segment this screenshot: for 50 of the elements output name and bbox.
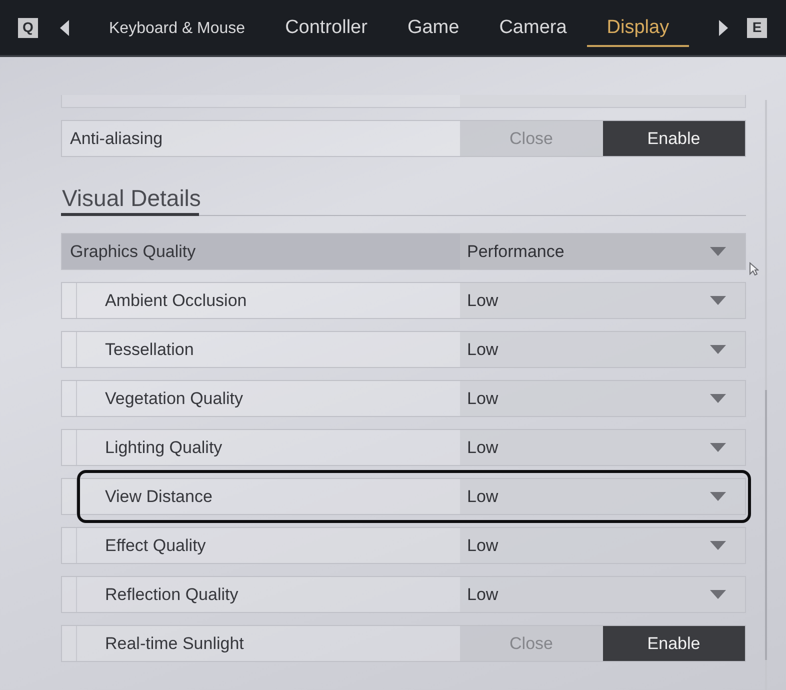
cursor-icon — [749, 262, 759, 276]
setting-label: Vegetation Quality — [105, 388, 243, 410]
setting-label: Real-time Sunlight — [105, 632, 244, 655]
setting-row[interactable]: Ambient Occlusion Low — [61, 282, 746, 319]
tab[interactable]: Keyboard & Mouse — [89, 0, 266, 47]
tab[interactable]: Controller — [265, 0, 388, 47]
key-hint[interactable]: Q — [18, 18, 38, 38]
setting-label: Reflection Quality — [105, 584, 238, 606]
setting-row[interactable]: Real-time Sunlight Close Enable — [61, 625, 746, 662]
setting-label: View Distance — [105, 486, 212, 508]
setting-row[interactable]: Reflection Quality Low — [61, 576, 746, 613]
setting-row[interactable]: Anti-aliasing Close Enable — [61, 120, 746, 157]
dropdown[interactable]: Performance — [460, 234, 745, 269]
setting-label: Tessellation — [105, 338, 194, 361]
setting-label: Anti-aliasing — [70, 128, 163, 150]
caret-icon — [710, 443, 726, 452]
caret-icon — [710, 590, 726, 599]
key-hint[interactable]: E — [747, 18, 767, 38]
setting-label: Ambient Occlusion — [105, 290, 247, 312]
setting-label: Graphics Quality — [70, 240, 196, 263]
setting-row[interactable]: View Distance Low — [61, 478, 746, 515]
section-title: Visual Details — [61, 184, 201, 213]
dropdown[interactable]: Low — [460, 283, 745, 318]
tab[interactable]: Camera — [479, 0, 587, 47]
setting-row[interactable]: Lighting Quality Low — [61, 429, 746, 466]
dropdown[interactable]: Low — [460, 332, 745, 367]
setting-row[interactable]: Vegetation Quality Low — [61, 380, 746, 417]
toggle-option[interactable]: Enable — [602, 121, 745, 156]
caret-icon — [710, 247, 726, 256]
next-tab-icon[interactable] — [719, 20, 728, 36]
caret-icon — [710, 492, 726, 501]
setting-label: Lighting Quality — [105, 436, 222, 459]
caret-icon — [710, 296, 726, 305]
previous-tab-icon[interactable] — [60, 20, 69, 36]
setting-row[interactable]: Effect Quality Low — [61, 527, 746, 564]
tab[interactable]: Game — [387, 0, 480, 47]
caret-icon — [710, 345, 726, 354]
toggle-option[interactable]: Enable — [602, 626, 745, 661]
setting-label: Effect Quality — [105, 534, 206, 557]
dropdown[interactable]: Low — [460, 528, 745, 563]
setting-row[interactable]: Graphics Quality Performance — [61, 233, 746, 270]
dropdown[interactable]: Low — [460, 381, 745, 416]
scrollbar-thumb[interactable] — [765, 390, 767, 660]
caret-icon — [710, 541, 726, 550]
caret-icon — [710, 394, 726, 403]
dropdown[interactable]: Low — [460, 577, 745, 612]
dropdown[interactable]: Low — [460, 479, 745, 514]
dropdown[interactable]: Low — [460, 430, 745, 465]
tab[interactable]: Display — [586, 0, 690, 47]
setting-row[interactable]: Tessellation Low — [61, 331, 746, 368]
